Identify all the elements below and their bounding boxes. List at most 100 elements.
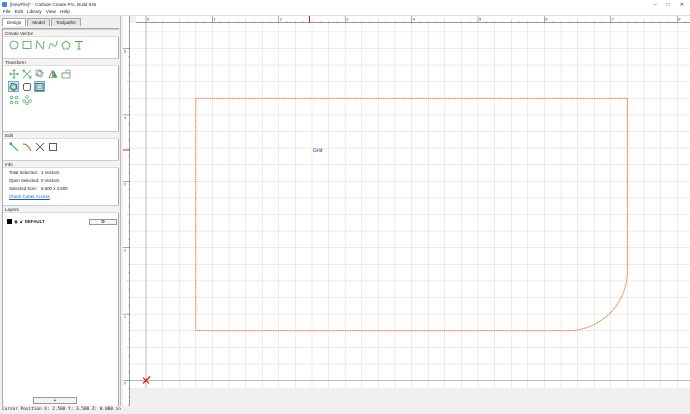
- join-tool[interactable]: [47, 141, 58, 152]
- fillet-tool[interactable]: [21, 81, 32, 92]
- info-selected-size-value: 6.500 x 3.500: [41, 186, 68, 191]
- menu-help[interactable]: Help: [60, 10, 70, 15]
- close-button[interactable]: ✕: [680, 2, 684, 8]
- status-bar: Cursor Position X: 2.580 Y: 3.580 Z: 0.0…: [0, 406, 690, 414]
- rectangle-icon: [22, 40, 31, 49]
- node-edit-tool[interactable]: [8, 141, 19, 152]
- info-selected-size: Selected Size: 6.500 x 3.500: [9, 186, 68, 191]
- inset-icon: [35, 82, 44, 91]
- left-panel: Design Model Toolpaths Create Vector Tra…: [0, 16, 121, 408]
- ruler-y-label: 1: [124, 315, 126, 319]
- scale-icon: [22, 69, 31, 78]
- rotate-icon: [35, 69, 44, 78]
- section-info: Info: [3, 160, 119, 168]
- layer-row-default[interactable]: ◉ 🔓︎ DEFAULT ⚙: [7, 218, 117, 225]
- menu-library[interactable]: Library: [27, 10, 42, 15]
- tab-model[interactable]: Model: [27, 18, 50, 26]
- eye-icon[interactable]: ◉: [14, 219, 18, 225]
- check-cutter-access-link[interactable]: Check Cutter Access: [9, 194, 50, 199]
- add-layer-button[interactable]: +: [33, 397, 77, 404]
- window-title: [NewFile]* - Carbide Create Pro, Build 8…: [10, 2, 97, 7]
- ruler-y-label: 0: [124, 382, 126, 386]
- maximize-button[interactable]: □: [667, 2, 670, 8]
- array-icon: [9, 95, 18, 104]
- ruler-y-label: 2: [124, 249, 126, 253]
- app-icon: [2, 2, 7, 7]
- ruler-x-label: 1: [213, 17, 216, 22]
- align-tool[interactable]: [60, 68, 71, 79]
- polyline-tool[interactable]: [34, 39, 45, 50]
- array-tool[interactable]: [8, 94, 19, 105]
- title-bar: [NewFile]* - Carbide Create Pro, Build 8…: [0, 0, 690, 9]
- trim-tool[interactable]: [34, 141, 45, 152]
- ruler-x-label: 8: [678, 17, 681, 22]
- section-create-vector: Create Vector: [3, 29, 119, 37]
- text-tool[interactable]: [73, 39, 84, 50]
- design-panel: Create Vector Transform Edit Info Total …: [2, 28, 119, 408]
- ruler-x-label: 5: [479, 17, 482, 22]
- circle-tool[interactable]: [8, 39, 19, 50]
- polyline-icon: [35, 39, 44, 50]
- ruler-y-label: 3: [124, 182, 126, 186]
- mirror-tool[interactable]: [47, 68, 58, 79]
- move-tool[interactable]: [8, 68, 19, 79]
- align-icon: [61, 69, 70, 78]
- circle-icon: [9, 40, 18, 49]
- curve-edit-icon: [22, 143, 31, 151]
- lock-icon[interactable]: 🔓︎: [20, 219, 23, 224]
- menu-file[interactable]: File: [3, 10, 11, 15]
- polygon-tool[interactable]: [60, 39, 71, 50]
- menu-view[interactable]: View: [46, 10, 56, 15]
- fillet-icon: [22, 82, 31, 91]
- trim-icon: [35, 142, 44, 151]
- node-edit-icon: [9, 142, 18, 151]
- curve-tool[interactable]: [47, 39, 58, 50]
- ruler-x-label: 2: [280, 17, 283, 22]
- section-transform: Transform: [3, 58, 119, 66]
- menu-edit[interactable]: Edit: [15, 10, 23, 15]
- gear-icon: ⚙: [101, 218, 105, 224]
- join-icon: [48, 142, 57, 151]
- polygon-icon: [61, 40, 70, 49]
- minimize-button[interactable]: –: [654, 2, 657, 8]
- origin-marker-icon: [142, 376, 151, 384]
- canvas-drawing[interactable]: Grid: [130, 23, 690, 388]
- ruler-y-label: 4: [124, 116, 126, 120]
- vertical-ruler-ticks: 5 4 3 2 1 0: [123, 48, 130, 406]
- vertical-ruler: 5 4 3 2 1 0: [123, 16, 130, 408]
- mirror-icon: [48, 69, 57, 78]
- move-icon: [8, 68, 19, 79]
- ruler-x-label: 7: [612, 17, 615, 22]
- horizontal-ruler-ticks: 0 1 2 3 4 5 6 7 8: [145, 16, 686, 23]
- curve-edit-tool[interactable]: [21, 141, 32, 152]
- rectangle-tool[interactable]: [21, 39, 32, 50]
- info-total-selected: Total Selected: 1 Vectors: [9, 170, 59, 175]
- offset-tool[interactable]: [8, 81, 19, 92]
- ruler-x-label: 6: [545, 17, 548, 22]
- design-canvas[interactable]: Grid: [130, 23, 690, 388]
- layer-settings-button[interactable]: ⚙: [89, 218, 117, 225]
- menu-bar: File Edit Library View Help: [0, 9, 690, 16]
- info-total-selected-label: Total Selected:: [9, 170, 38, 175]
- inset-tool[interactable]: [34, 81, 45, 92]
- rotate-tool[interactable]: [34, 68, 45, 79]
- scale-tool[interactable]: [21, 68, 32, 79]
- tab-design[interactable]: Design: [2, 18, 27, 26]
- section-edit: Edit: [3, 131, 119, 139]
- grid-label: Grid: [313, 148, 323, 154]
- info-open-selected-label: Open Selected:: [9, 178, 40, 183]
- ruler-x-label: 3: [346, 17, 349, 22]
- layer-color-swatch[interactable]: [7, 219, 12, 224]
- info-total-selected-value: 1 Vectors: [41, 170, 60, 175]
- tab-toolpaths[interactable]: Toolpaths: [50, 18, 81, 26]
- layer-name: DEFAULT: [24, 219, 45, 224]
- text-icon: [74, 40, 83, 49]
- info-open-selected: Open Selected: 0 Vectors: [9, 178, 59, 183]
- ruler-x-label: 0: [147, 17, 150, 22]
- info-open-selected-value: 0 Vectors: [41, 178, 60, 183]
- circular-array-tool[interactable]: [21, 94, 32, 105]
- curve-icon: [48, 40, 57, 49]
- section-layers: Layers: [3, 205, 119, 213]
- ruler-y-label: 5: [124, 50, 126, 54]
- ruler-x-label: 4: [413, 17, 416, 22]
